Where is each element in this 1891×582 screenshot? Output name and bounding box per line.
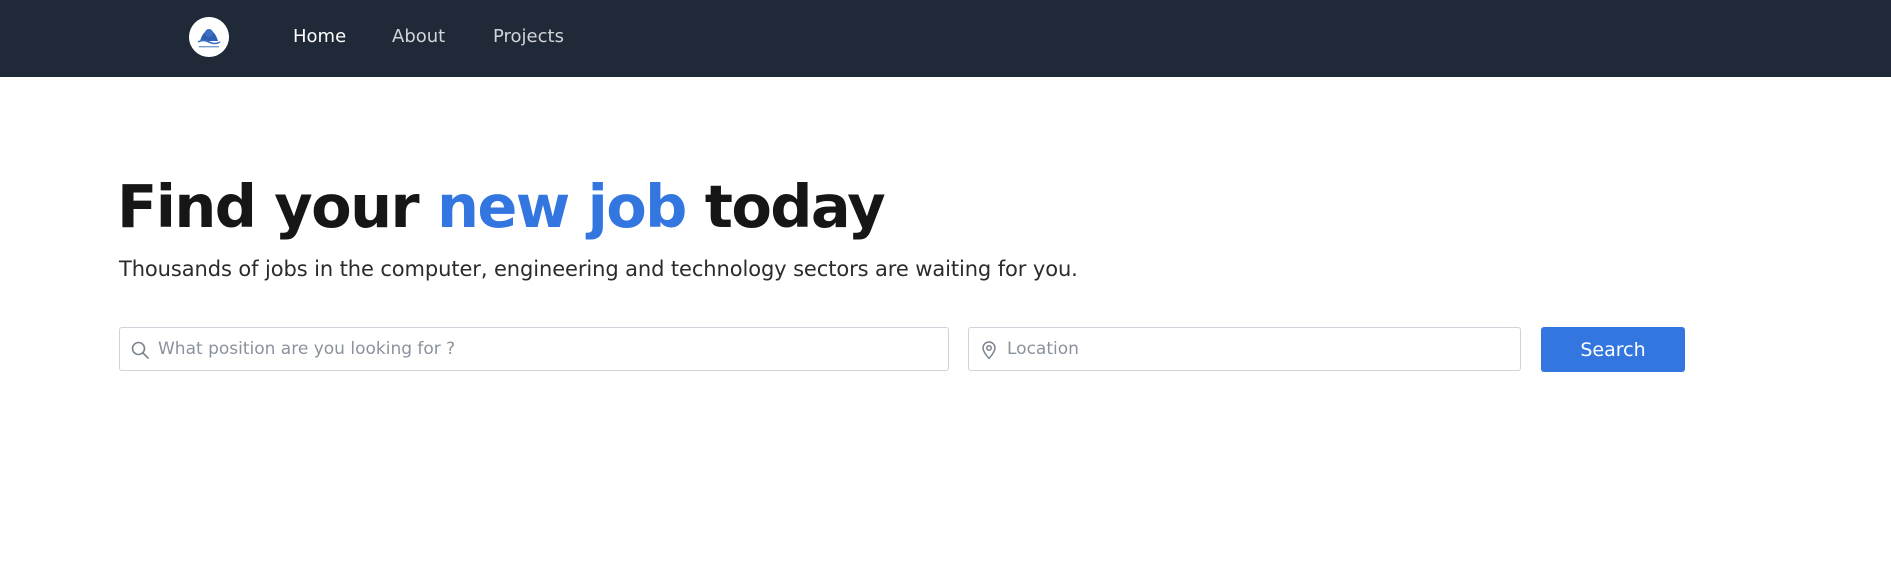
position-input[interactable] — [158, 328, 938, 370]
company-logo-icon[interactable] — [189, 17, 229, 57]
nav-link-home[interactable]: Home — [293, 26, 346, 48]
page-title: Find your new job today — [117, 170, 886, 244]
page-subtitle: Thousands of jobs in the computer, engin… — [119, 257, 1078, 281]
position-search-field[interactable] — [119, 327, 949, 371]
map-pin-icon — [979, 340, 999, 360]
title-accent: new job — [436, 172, 687, 241]
search-button[interactable]: Search — [1541, 327, 1685, 372]
nav-link-projects[interactable]: Projects — [493, 26, 564, 48]
location-field[interactable] — [968, 327, 1521, 371]
nav-link-about[interactable]: About — [392, 26, 445, 48]
title-end: today — [685, 172, 886, 241]
title-start: Find your — [117, 172, 437, 241]
top-navbar: Home About Projects — [0, 0, 1891, 77]
search-icon — [130, 340, 150, 360]
location-input[interactable] — [1007, 328, 1507, 370]
